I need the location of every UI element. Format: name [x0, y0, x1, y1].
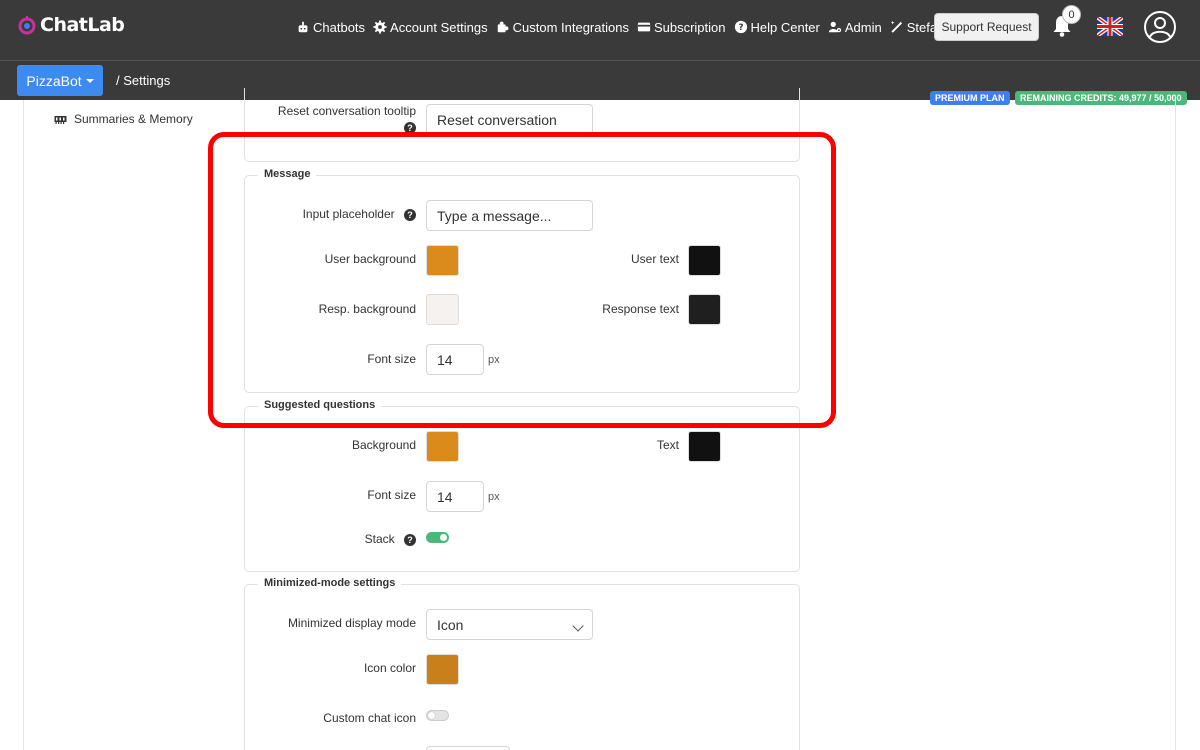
nav-label: Help Center — [750, 19, 820, 35]
nav-custom-integrations[interactable]: Custom Integrations — [496, 20, 629, 35]
user-account-icon[interactable] — [1143, 10, 1177, 44]
nav-account-settings[interactable]: Account Settings — [373, 20, 488, 35]
suggested-text-swatch[interactable] — [688, 431, 721, 462]
puzzle-icon — [497, 21, 509, 33]
nav-admin[interactable]: Admin — [828, 20, 882, 35]
notification-count: 0 — [1062, 5, 1081, 24]
brand-logo[interactable]: ChatLab — [17, 14, 125, 36]
minimized-display-mode-select[interactable]: Icon — [426, 609, 593, 640]
brand-name: ChatLab — [40, 14, 125, 36]
sidebar-item-label: Summaries & Memory — [74, 112, 193, 126]
caret-down-icon — [85, 78, 94, 83]
suggested-questions-fieldset: Suggested questions Background Text Font… — [244, 399, 800, 572]
selected-value: Icon — [437, 617, 464, 633]
partial-input-field[interactable] — [426, 746, 510, 750]
stack-toggle[interactable] — [426, 532, 449, 543]
robot-icon — [298, 21, 308, 33]
sidebar-item-summaries-memory[interactable]: Summaries & Memory — [54, 112, 193, 126]
nav-chatbots[interactable]: Chatbots — [296, 20, 365, 35]
icon-color-swatch[interactable] — [426, 654, 459, 685]
user-gear-icon — [828, 21, 841, 33]
minimized-display-mode-label: Minimized display mode — [287, 616, 416, 630]
magic-wand-icon — [890, 20, 902, 33]
suggested-font-size-input[interactable]: 14 — [426, 481, 484, 512]
nav-label: Account Settings — [390, 19, 488, 35]
custom-chat-icon-label: Custom chat icon — [323, 711, 416, 725]
main-nav: Chatbots Account Settings Custom Integra… — [296, 0, 960, 54]
nav-subscription[interactable]: Subscription — [637, 20, 726, 35]
px-unit-label: px — [488, 491, 500, 503]
minimized-mode-fieldset: Minimized-mode settings Minimized displa… — [244, 577, 800, 750]
suggested-font-size-label: Font size — [367, 488, 416, 502]
uk-flag-icon[interactable] — [1097, 17, 1123, 36]
stack-label: Stack ? — [274, 532, 416, 546]
suggested-background-label: Background — [351, 438, 416, 452]
nav-label: Chatbots — [313, 19, 366, 35]
reset-tooltip-input[interactable]: Reset conversation — [426, 104, 593, 135]
custom-chat-icon-toggle[interactable] — [426, 710, 449, 721]
icon-color-label: Icon color — [363, 661, 416, 675]
nav-label: Admin — [844, 19, 882, 35]
nav-help-center[interactable]: ? Help Center — [734, 20, 820, 35]
nav-label: Subscription — [653, 19, 726, 35]
bot-selector-dropdown[interactable]: PizzaBot — [17, 65, 103, 96]
highlight-annotation — [208, 132, 836, 428]
chevron-down-icon — [572, 620, 584, 632]
reset-tooltip-label: Reset conversation tooltip ? — [274, 104, 416, 135]
help-icon[interactable]: ? — [404, 533, 416, 546]
stack-label-text: Stack — [364, 532, 395, 546]
memory-chip-icon — [54, 115, 67, 124]
breadcrumb: / Settings — [116, 73, 171, 88]
chatlab-logo-icon — [18, 16, 36, 35]
support-request-button[interactable]: Support Request — [934, 13, 1039, 41]
card-icon — [637, 22, 651, 32]
nav-label: Custom Integrations — [512, 19, 629, 35]
bot-name: PizzaBot — [26, 72, 82, 89]
question-icon: ? — [734, 20, 747, 34]
svg-text:?: ? — [738, 23, 743, 33]
suggested-text-label: Text — [656, 438, 679, 452]
gear-icon — [373, 20, 387, 34]
suggested-background-swatch[interactable] — [426, 431, 459, 462]
reset-tooltip-label-text: Reset conversation tooltip — [277, 104, 416, 118]
minimized-mode-legend: Minimized-mode settings — [258, 577, 402, 589]
top-navbar: ChatLab Chatbots Account Settings Custom… — [0, 0, 1200, 60]
